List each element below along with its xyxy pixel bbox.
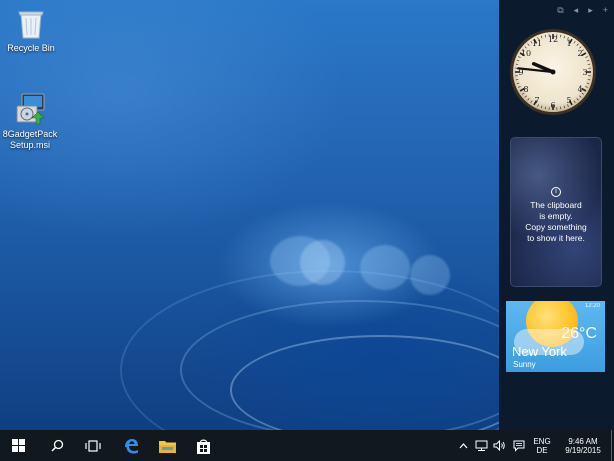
clipboard-gadget[interactable]: i The clipboard is empty. Copy something… — [510, 137, 602, 287]
svg-text:7: 7 — [534, 96, 539, 105]
clipboard-text-3: Copy something — [525, 222, 587, 232]
installer-icon — [14, 92, 46, 126]
svg-text:11: 11 — [532, 39, 542, 48]
start-button[interactable] — [0, 430, 36, 461]
tray-date: 9/19/2015 — [565, 445, 601, 455]
recycle-bin-shortcut[interactable]: Recycle Bin — [1, 6, 61, 54]
installer-shortcut[interactable]: 8GadgetPackSetup.msi — [0, 92, 60, 151]
svg-text:12: 12 — [548, 35, 558, 44]
svg-text:3: 3 — [582, 68, 587, 77]
message-icon — [513, 440, 525, 452]
next-icon[interactable]: ▸ — [588, 5, 593, 16]
desktop: Recycle Bin 8GadgetPackSetup.msi — [0, 0, 499, 430]
prev-icon[interactable]: ◂ — [574, 5, 579, 16]
add-icon[interactable]: + — [603, 5, 608, 16]
svg-text:6: 6 — [550, 101, 555, 110]
language-code: ENG — [533, 436, 551, 446]
store-icon — [196, 439, 210, 454]
speaker-icon — [493, 440, 505, 451]
network-icon — [475, 440, 487, 451]
svg-text:8: 8 — [523, 85, 528, 94]
clock-gadget[interactable]: 12 1 2 345 678 9 10 11 — [510, 29, 596, 117]
svg-text:2: 2 — [577, 49, 582, 58]
svg-text:4: 4 — [577, 85, 582, 94]
weather-gadget[interactable]: 12:20 26°C New York Sunny — [506, 301, 605, 372]
gadget-sidebar: ⧉ ◂ ▸ + 12 1 2 345 678 9 10 11 i The cli… — [499, 0, 614, 430]
chevron-up-icon — [459, 442, 467, 448]
svg-text:1: 1 — [566, 39, 571, 48]
volume-button[interactable] — [491, 430, 507, 461]
task-view-icon — [85, 439, 101, 452]
show-hidden-icons-button[interactable] — [456, 430, 470, 461]
edge-icon — [125, 438, 138, 453]
clipboard-text-2: is empty. — [539, 211, 573, 221]
clipboard-text-4: to show it here. — [527, 233, 585, 243]
weather-time: 12:20 — [584, 303, 600, 309]
svg-text:5: 5 — [566, 96, 571, 105]
tray-time: 9:46 AM — [568, 436, 598, 446]
edge-button[interactable] — [114, 430, 148, 461]
water-ripple — [120, 270, 499, 430]
clock-button[interactable]: 9:46 AM 9/19/2015 — [558, 430, 608, 461]
file-explorer-icon — [158, 440, 176, 453]
sidebar-controls: ⧉ ◂ ▸ + — [557, 5, 608, 16]
recycle-bin-icon — [15, 6, 47, 40]
store-button[interactable] — [186, 430, 220, 461]
clock-face: 12 12 345 678 91011 — [510, 29, 596, 115]
weather-temperature: 26°C — [561, 325, 597, 342]
desktop-icon-label: 8GadgetPackSetup.msi — [2, 129, 58, 150]
keyboard-layout: DE — [536, 445, 548, 455]
start-icon — [11, 439, 25, 452]
file-explorer-button[interactable] — [150, 430, 184, 461]
clipboard-text-1: The clipboard — [530, 200, 582, 210]
svg-text:10: 10 — [521, 49, 531, 58]
info-icon: i — [551, 187, 561, 197]
action-center-button[interactable] — [510, 430, 528, 461]
desktop-icon-label: Recycle Bin — [7, 43, 55, 53]
weather-city: New York — [512, 344, 567, 359]
input-language-button[interactable]: ENG DE — [530, 430, 554, 461]
task-view-button[interactable] — [76, 430, 110, 461]
network-button[interactable] — [473, 430, 489, 461]
taskbar: ENG DE 9:46 AM 9/19/2015 — [0, 430, 614, 461]
search-icon — [50, 439, 63, 452]
copy-icon[interactable]: ⧉ — [557, 5, 563, 16]
search-button[interactable] — [40, 430, 74, 461]
weather-condition: Sunny — [513, 360, 536, 369]
